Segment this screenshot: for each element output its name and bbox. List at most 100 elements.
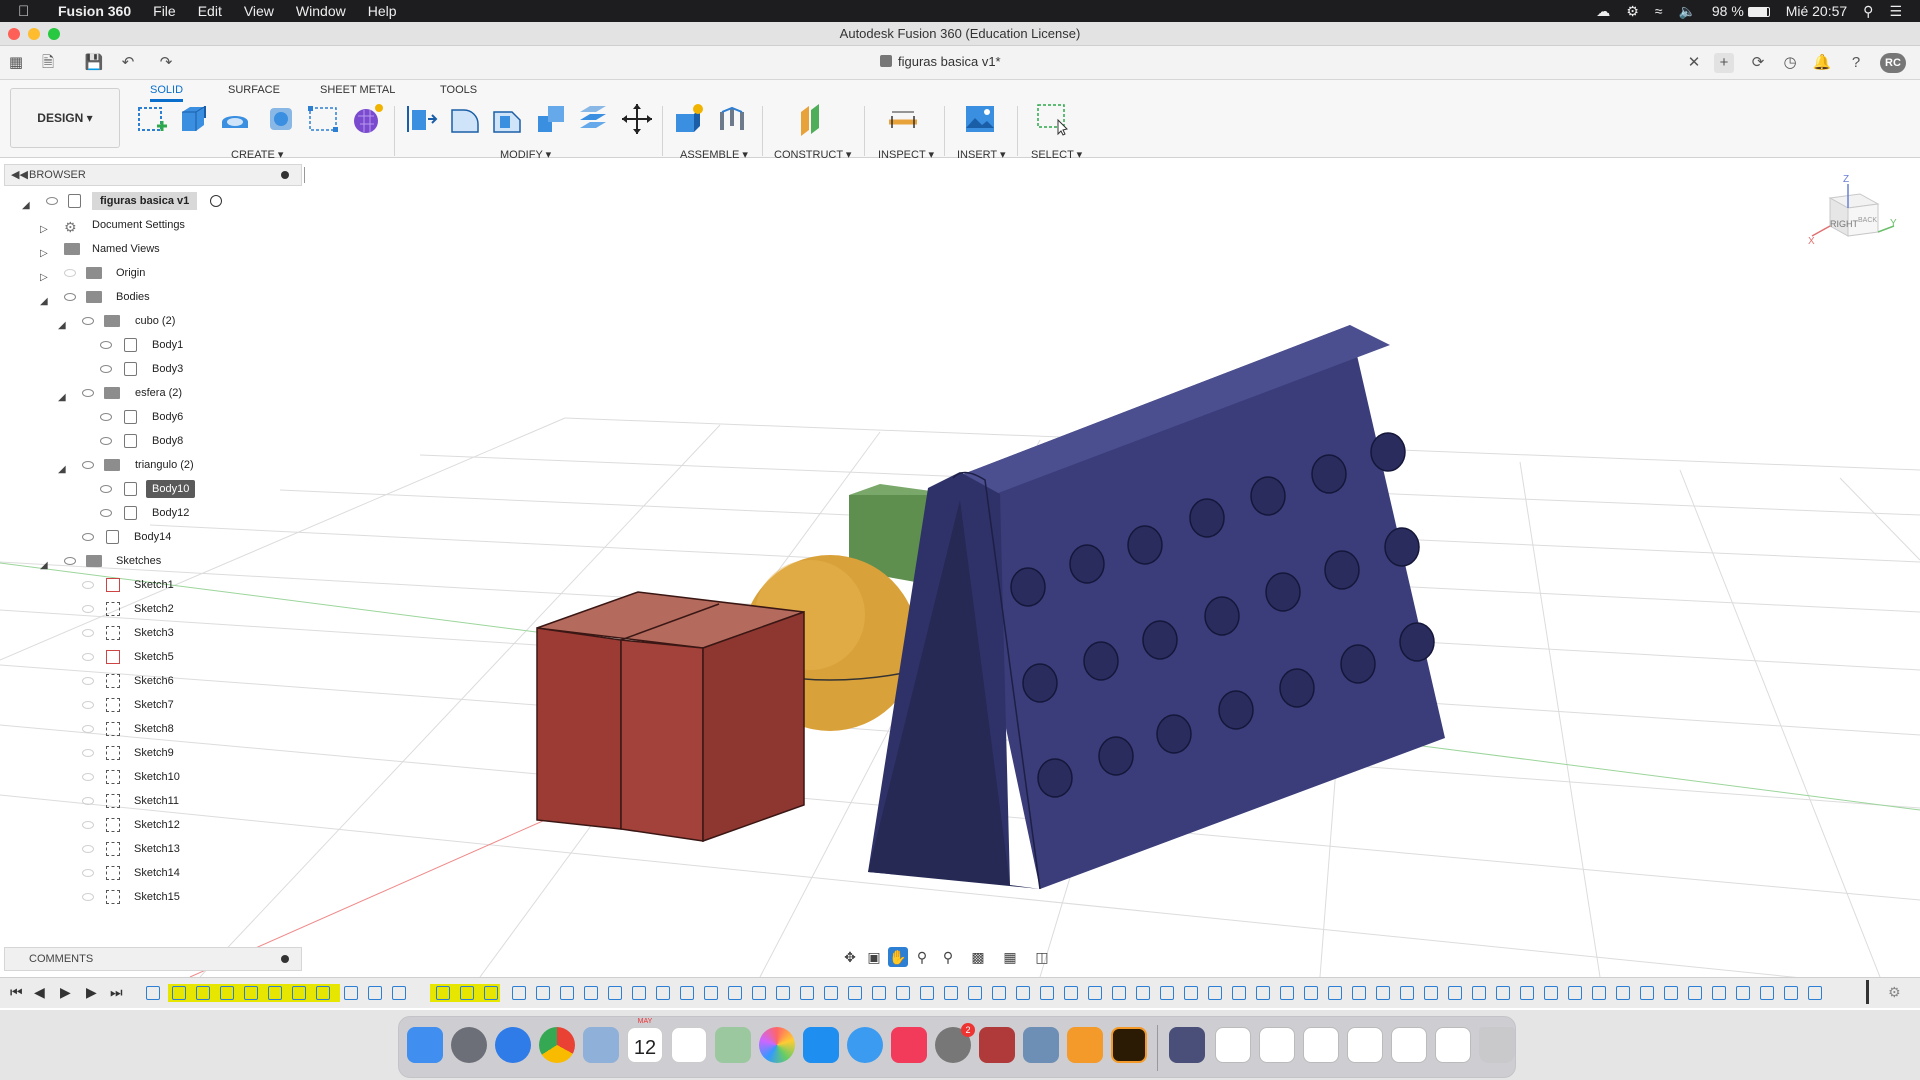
browser-sketch[interactable]: Sketch3 <box>4 622 234 644</box>
app-store-icon[interactable] <box>803 1027 839 1063</box>
calendar-icon[interactable]: MAY 12 <box>627 1018 663 1063</box>
timeline-feature[interactable] <box>436 986 450 1000</box>
collapse-browser-icon[interactable]: ◀◀ <box>11 165 28 185</box>
design-canvas[interactable] <box>0 159 1920 977</box>
menu-help[interactable]: Help <box>368 3 397 19</box>
timeline-feature[interactable] <box>896 986 910 1000</box>
timeline-feature[interactable] <box>1208 986 1222 1000</box>
visibility-icon[interactable] <box>82 869 94 877</box>
timeline-feature[interactable] <box>1136 986 1150 1000</box>
browser-body[interactable]: Body8 <box>4 430 234 452</box>
browser-sketch[interactable]: Sketch15 <box>4 886 234 908</box>
browser-origin[interactable]: ▷ Origin <box>4 262 234 284</box>
visibility-icon[interactable] <box>82 773 94 781</box>
browser-body-selected[interactable]: Body10 <box>4 478 234 500</box>
timeline-feature[interactable] <box>512 986 526 1000</box>
timeline-feature[interactable] <box>1328 986 1342 1000</box>
wifi-icon[interactable]: ≈ <box>1655 3 1663 19</box>
zoom-icon[interactable]: ⚲ <box>912 947 932 967</box>
timeline-feature[interactable] <box>752 986 766 1000</box>
timeline-feature[interactable] <box>1280 986 1294 1000</box>
browser-sketch[interactable]: Sketch1 <box>4 574 234 596</box>
browser-sketch[interactable]: Sketch13 <box>4 838 234 860</box>
timeline-feature[interactable] <box>1376 986 1390 1000</box>
timeline-feature[interactable] <box>560 986 574 1000</box>
timeline-feature[interactable] <box>992 986 1006 1000</box>
tab-tools[interactable]: TOOLS <box>440 80 477 102</box>
step-back-icon[interactable]: ◀ <box>34 984 45 1001</box>
timeline-feature[interactable] <box>1736 986 1750 1000</box>
visibility-icon[interactable] <box>82 749 94 757</box>
create-sketch-icon[interactable] <box>135 102 169 136</box>
timeline-feature[interactable] <box>1568 986 1582 1000</box>
timeline-feature[interactable] <box>1472 986 1486 1000</box>
view-cube-right-face[interactable]: RIGHT <box>1830 219 1858 229</box>
visibility-icon[interactable] <box>82 845 94 853</box>
activate-component-icon[interactable] <box>210 195 222 207</box>
messages-icon[interactable] <box>847 1027 883 1063</box>
browser-root[interactable]: ◢ figuras basica v1 <box>4 190 234 212</box>
timeline-marker[interactable] <box>1866 980 1869 1004</box>
browser-resize-handle[interactable] <box>304 167 305 183</box>
document-stack-icon[interactable] <box>1215 1027 1251 1063</box>
workspace-switcher[interactable]: DESIGN ▾ <box>10 88 120 148</box>
browser-body[interactable]: Body12 <box>4 502 234 524</box>
new-tab-icon[interactable]: + <box>1714 53 1734 73</box>
browser-sketch[interactable]: Sketch7 <box>4 694 234 716</box>
browser-sketch[interactable]: Sketch9 <box>4 742 234 764</box>
redo-icon[interactable]: ↷ <box>156 53 176 73</box>
timeline-feature[interactable] <box>1760 986 1774 1000</box>
timeline-feature[interactable] <box>1664 986 1678 1000</box>
browser-sketch[interactable]: Sketch12 <box>4 814 234 836</box>
timeline-feature[interactable] <box>848 986 862 1000</box>
data-panel-grid-icon[interactable]: ▦ <box>6 53 26 73</box>
timeline-feature[interactable] <box>1352 986 1366 1000</box>
go-to-end-icon[interactable]: ⏭ <box>110 984 123 1001</box>
timeline-feature[interactable] <box>1256 986 1270 1000</box>
orbit-icon[interactable]: ✥ <box>840 947 860 967</box>
user-avatar[interactable]: RC <box>1880 53 1906 73</box>
help-icon[interactable]: ? <box>1846 53 1866 73</box>
timeline-feature[interactable] <box>1016 986 1030 1000</box>
timeline-feature[interactable] <box>800 986 814 1000</box>
timeline-feature[interactable] <box>944 986 958 1000</box>
timeline-feature[interactable] <box>1424 986 1438 1000</box>
timeline-feature[interactable] <box>1808 986 1822 1000</box>
visibility-icon[interactable] <box>82 581 94 589</box>
cube-body-1[interactable] <box>536 627 622 830</box>
document-stack-icon[interactable] <box>1435 1027 1471 1063</box>
timeline-feature[interactable] <box>196 986 210 1000</box>
visibility-icon[interactable] <box>82 461 94 469</box>
browser-sketch[interactable]: Sketch14 <box>4 862 234 884</box>
apple-icon[interactable]:  <box>18 3 36 20</box>
timeline-feature[interactable] <box>584 986 598 1000</box>
visibility-icon[interactable] <box>82 701 94 709</box>
viewports-icon[interactable]: ◫ <box>1032 947 1052 967</box>
system-preferences-icon[interactable]: 2 <box>935 1023 975 1063</box>
document-stack-icon[interactable] <box>1391 1027 1427 1063</box>
photos-icon[interactable] <box>759 1027 795 1063</box>
timeline-feature[interactable] <box>1616 986 1630 1000</box>
document-tab[interactable]: figuras basica v1* <box>880 54 1001 69</box>
measure-icon[interactable] <box>886 102 920 136</box>
display-settings-icon[interactable]: ▩ <box>968 947 988 967</box>
browser-sketch[interactable]: Sketch10 <box>4 766 234 788</box>
job-status-icon[interactable]: ◷ <box>1780 53 1800 73</box>
browser-sketch[interactable]: Sketch2 <box>4 598 234 620</box>
timeline-feature[interactable] <box>872 986 886 1000</box>
add-comment-icon[interactable] <box>281 955 289 963</box>
menu-view[interactable]: View <box>244 3 274 19</box>
browser-group-triangulo[interactable]: ◢ triangulo (2) <box>4 454 234 476</box>
timeline-feature[interactable] <box>1784 986 1798 1000</box>
timeline-feature[interactable] <box>1184 986 1198 1000</box>
select-icon[interactable] <box>1036 102 1070 136</box>
timeline-feature[interactable] <box>824 986 838 1000</box>
itunes-icon[interactable] <box>891 1027 927 1063</box>
timeline-feature[interactable] <box>368 986 382 1000</box>
timeline-feature[interactable] <box>392 986 406 1000</box>
browser-sketch[interactable]: Sketch8 <box>4 718 234 740</box>
timeline-feature[interactable] <box>1520 986 1534 1000</box>
file-menu-icon[interactable]: 🗎 <box>38 53 58 73</box>
timeline-feature[interactable] <box>1160 986 1174 1000</box>
illustrator-icon[interactable] <box>1111 1027 1147 1063</box>
